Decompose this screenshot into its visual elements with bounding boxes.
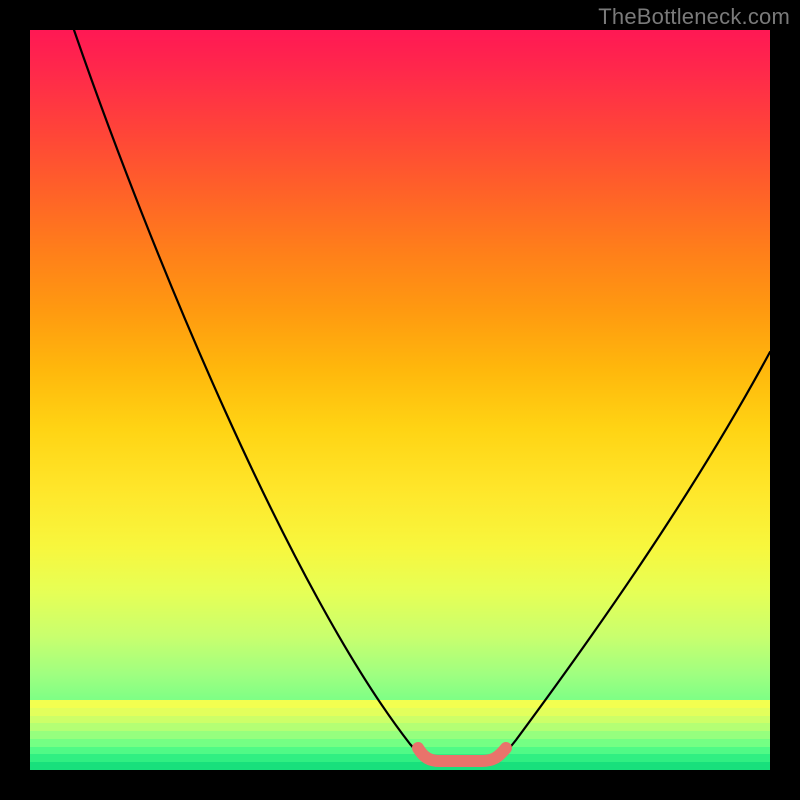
watermark-text: TheBottleneck.com [598,4,790,30]
plot-area [30,30,770,770]
bottleneck-curve [74,30,770,762]
curve-layer [30,30,770,770]
flat-bottom-highlight [418,748,506,761]
chart-frame: TheBottleneck.com [0,0,800,800]
